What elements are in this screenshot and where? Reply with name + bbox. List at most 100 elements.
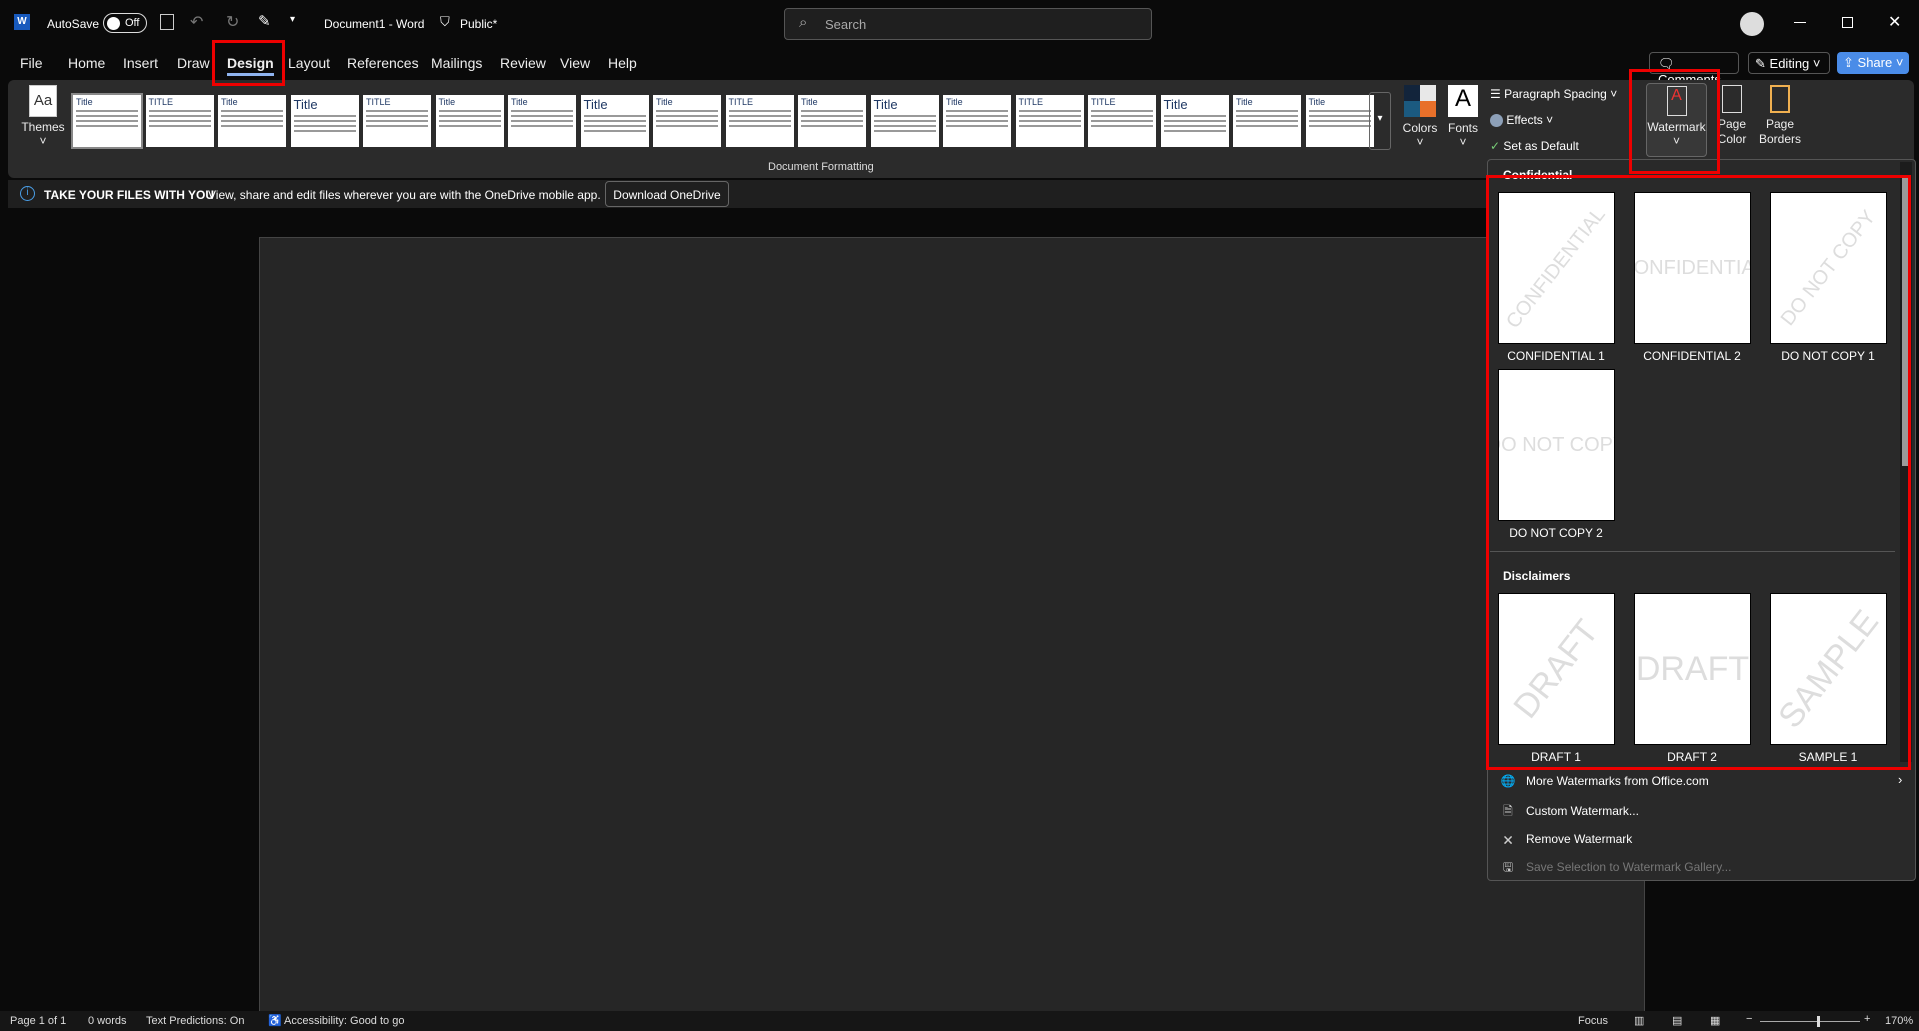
close-icon[interactable]: ✕ <box>1888 12 1901 32</box>
redo-icon[interactable]: ↻ <box>226 12 239 32</box>
watermark-option-label: CONFIDENTIAL 1 <box>1507 349 1605 363</box>
menu-item-save-selection: 🖫 Save Selection to Watermark Gallery... <box>1500 858 1732 879</box>
colors-button[interactable]: Colors ˅ <box>1400 85 1440 149</box>
watermark-button[interactable]: A Watermark ˅ <box>1646 83 1707 157</box>
zoom-in-button[interactable]: + <box>1864 1013 1870 1025</box>
onedrive-infobar: i TAKE YOUR FILES WITH YOU View, share a… <box>8 180 1488 208</box>
focus-button[interactable]: Focus <box>1578 1015 1608 1027</box>
watermark-option[interactable]: CONFIDENTIAL <box>1498 192 1615 344</box>
effects-icon <box>1490 114 1503 128</box>
custom-watermark-icon: 🗎 <box>1503 804 1513 818</box>
style-set-thumbnail[interactable]: TITLE <box>725 95 794 147</box>
menu-item-globe[interactable]: 🌐 More Watermarks from Office.com <box>1500 774 1709 788</box>
customize-toolbar-icon[interactable]: ▾ <box>290 14 295 25</box>
style-set-thumbnail[interactable]: Title <box>435 95 504 147</box>
print-layout-icon[interactable]: ▤ <box>1672 1014 1682 1027</box>
watermark-option-label: SAMPLE 1 <box>1798 750 1858 764</box>
tab-home[interactable]: Home <box>68 55 105 71</box>
menu-item-custom-watermark[interactable]: 🗎 Custom Watermark... <box>1500 802 1639 823</box>
style-set-thumbnail[interactable]: Title <box>870 95 939 147</box>
style-set-thumbnail[interactable]: Title <box>508 95 576 147</box>
menu-item-remove-watermark[interactable]: 🗙 Remove Watermark <box>1500 830 1632 851</box>
save-selection-icon: 🖫 <box>1502 860 1514 874</box>
set-as-default-button[interactable]: ✓ Set as Default <box>1490 139 1579 153</box>
tab-draw[interactable]: Draw <box>177 55 210 71</box>
style-set-thumbnail[interactable]: Title <box>1160 95 1229 147</box>
style-set-thumbnail[interactable]: Title <box>798 95 866 147</box>
tab-design[interactable]: Design <box>227 55 274 76</box>
tab-help[interactable]: Help <box>608 55 637 71</box>
zoom-level[interactable]: 170% <box>1885 1015 1913 1027</box>
watermark-option[interactable]: DO NOT COPY <box>1770 192 1887 344</box>
infobar-message: View, share and edit files wherever you … <box>208 188 601 202</box>
watermark-option-label: DO NOT COPY 1 <box>1781 349 1875 363</box>
tab-mailings[interactable]: Mailings <box>431 55 482 71</box>
read-mode-icon[interactable]: ▥ <box>1634 1014 1644 1027</box>
panel-scrollbar[interactable] <box>1900 162 1912 762</box>
style-set-thumbnail[interactable]: Title <box>580 95 649 147</box>
page-count[interactable]: Page 1 of 1 <box>10 1015 66 1027</box>
watermark-option[interactable]: CONFIDENTIAL <box>1634 192 1751 344</box>
section-divider <box>1490 551 1895 552</box>
tab-view[interactable]: View <box>560 55 590 71</box>
text-predictions[interactable]: Text Predictions: On <box>146 1015 244 1027</box>
word-count[interactable]: 0 words <box>88 1015 127 1027</box>
watermark-option[interactable]: DO NOT COPY <box>1498 369 1615 521</box>
share-button[interactable]: ⇪ Share ˅ <box>1837 52 1909 74</box>
accessibility-icon: ♿ <box>268 1015 282 1027</box>
undo-icon[interactable]: ↶ <box>190 12 203 32</box>
document-page[interactable] <box>259 237 1645 1011</box>
watermark-option-label: DO NOT COPY 2 <box>1509 526 1603 540</box>
style-set-thumbnail[interactable]: TITLE <box>145 95 214 147</box>
watermark-option[interactable]: DRAFT <box>1634 593 1751 745</box>
tab-review[interactable]: Review <box>500 55 546 71</box>
comment-icon: 🗨 <box>1658 56 1675 71</box>
page-color-icon <box>1722 85 1742 113</box>
watermark-option[interactable]: SAMPLE <box>1770 593 1887 745</box>
gallery-scroll-button[interactable]: ▾ <box>1369 92 1391 150</box>
style-set-thumbnail[interactable]: TITLE <box>1088 95 1156 147</box>
tab-references[interactable]: References <box>347 55 419 71</box>
avatar[interactable] <box>1740 12 1764 36</box>
editing-button[interactable]: ✎ Editing ˅ <box>1748 52 1830 74</box>
save-icon[interactable] <box>160 14 174 30</box>
section-header-disclaimers: Disclaimers <box>1503 569 1571 583</box>
search-input[interactable]: ⌕ Search <box>784 8 1152 40</box>
tab-file[interactable]: File <box>20 55 43 71</box>
page-borders-button[interactable]: Page Borders <box>1756 85 1804 147</box>
remove-watermark-icon: 🗙 <box>1503 832 1513 846</box>
style-set-thumbnail[interactable]: Title <box>1305 95 1374 147</box>
fonts-button[interactable]: A Fonts ˅ <box>1444 85 1482 149</box>
autosave-toggle[interactable]: Off <box>103 13 147 33</box>
style-set-thumbnail[interactable]: Title <box>943 95 1011 147</box>
document-title: Document1 - Word <box>324 17 425 31</box>
watermark-option[interactable]: DRAFT <box>1498 593 1615 745</box>
style-set-thumbnail[interactable]: Title <box>290 95 359 147</box>
style-set-thumbnail[interactable]: TITLE <box>1015 95 1084 147</box>
tab-layout[interactable]: Layout <box>288 55 330 71</box>
minimize-icon[interactable] <box>1794 22 1806 23</box>
zoom-out-button[interactable]: − <box>1746 1013 1752 1025</box>
web-layout-icon[interactable]: ▦ <box>1710 1014 1720 1027</box>
paragraph-spacing-button[interactable]: ☰ Paragraph Spacing ˅ <box>1490 87 1617 101</box>
sensitivity-label[interactable]: Public* <box>460 17 497 31</box>
download-onedrive-button[interactable]: Download OneDrive <box>605 181 729 207</box>
style-set-thumbnail[interactable]: Title <box>71 93 143 149</box>
check-circle-icon: ✓ <box>1490 139 1501 153</box>
themes-button[interactable]: Aa Themes ˅ <box>16 85 70 148</box>
page-color-button[interactable]: Page Color <box>1712 85 1752 147</box>
restore-icon[interactable] <box>1842 17 1853 28</box>
effects-button[interactable]: Effects ˅ <box>1490 113 1553 128</box>
style-set-thumbnail[interactable]: Title <box>1233 95 1301 147</box>
draw-pen-icon[interactable]: ✎ <box>258 12 271 30</box>
style-set-thumbnail[interactable]: Title <box>653 95 721 147</box>
accessibility-status[interactable]: Accessibility: Good to go <box>284 1015 404 1027</box>
comments-button[interactable]: 🗨 Comments <box>1649 52 1739 87</box>
colors-icon <box>1404 85 1436 117</box>
tab-insert[interactable]: Insert <box>123 55 158 71</box>
style-set-thumbnail[interactable]: Title <box>218 95 286 147</box>
style-set-thumbnail[interactable]: TITLE <box>363 95 431 147</box>
section-header-confidential: Confidential <box>1503 168 1573 182</box>
zoom-slider[interactable] <box>1760 1016 1860 1027</box>
info-icon: i <box>20 186 35 201</box>
